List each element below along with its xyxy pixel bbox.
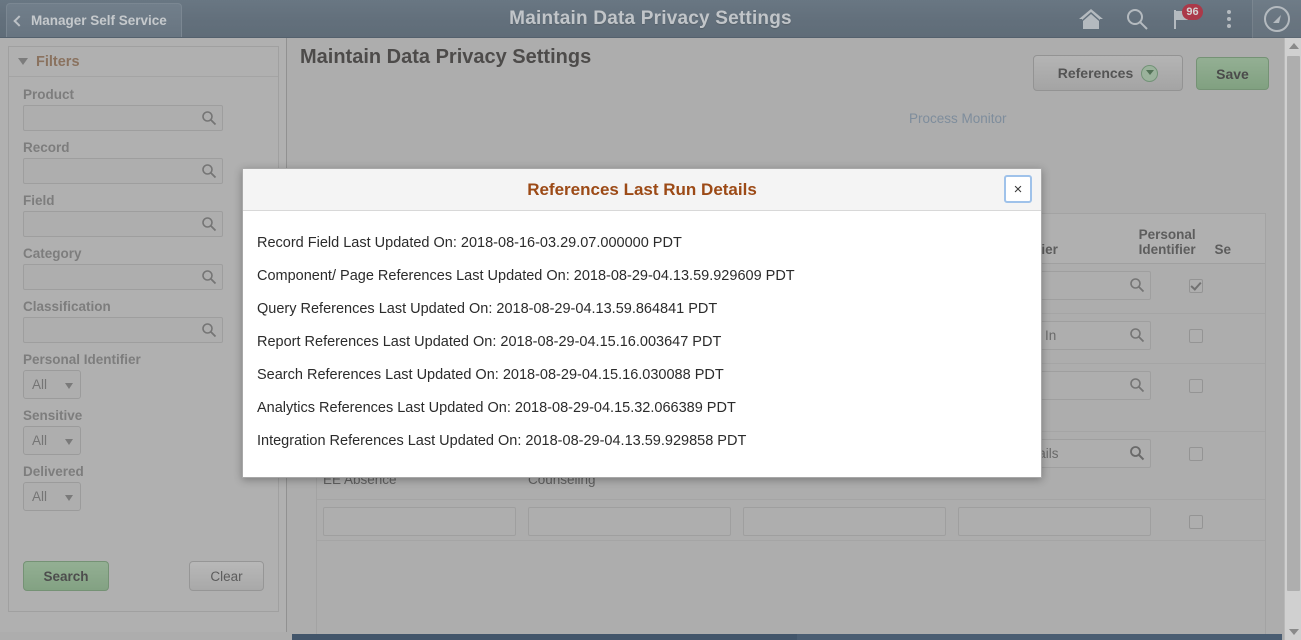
vertical-scrollbar[interactable] bbox=[1284, 38, 1301, 640]
references-last-run-details-modal: References Last Run Details × Record Fie… bbox=[242, 168, 1042, 478]
scroll-up-arrow-icon[interactable] bbox=[1285, 38, 1301, 54]
horizontal-scrollbar-thumb[interactable] bbox=[292, 634, 797, 640]
vertical-scrollbar-thumb[interactable] bbox=[1287, 56, 1300, 591]
modal-detail-line: Integration References Last Updated On: … bbox=[257, 425, 1027, 458]
modal-detail-line: Analytics References Last Updated On: 20… bbox=[257, 392, 1027, 425]
modal-body: Record Field Last Updated On: 2018-08-16… bbox=[243, 211, 1041, 458]
horizontal-scrollbar[interactable] bbox=[292, 634, 1282, 640]
modal-detail-line: Record Field Last Updated On: 2018-08-16… bbox=[257, 227, 1027, 260]
modal-title: References Last Run Details bbox=[527, 180, 757, 200]
app-root: Manager Self Service Maintain Data Priva… bbox=[0, 0, 1301, 640]
close-icon[interactable]: × bbox=[1004, 175, 1032, 203]
modal-detail-line: Search References Last Updated On: 2018-… bbox=[257, 359, 1027, 392]
modal-detail-line: Component/ Page References Last Updated … bbox=[257, 260, 1027, 293]
modal-detail-line: Query References Last Updated On: 2018-0… bbox=[257, 293, 1027, 326]
scroll-down-arrow-icon[interactable] bbox=[1285, 624, 1301, 640]
modal-detail-line: Report References Last Updated On: 2018-… bbox=[257, 326, 1027, 359]
modal-header: References Last Run Details × bbox=[243, 169, 1041, 211]
